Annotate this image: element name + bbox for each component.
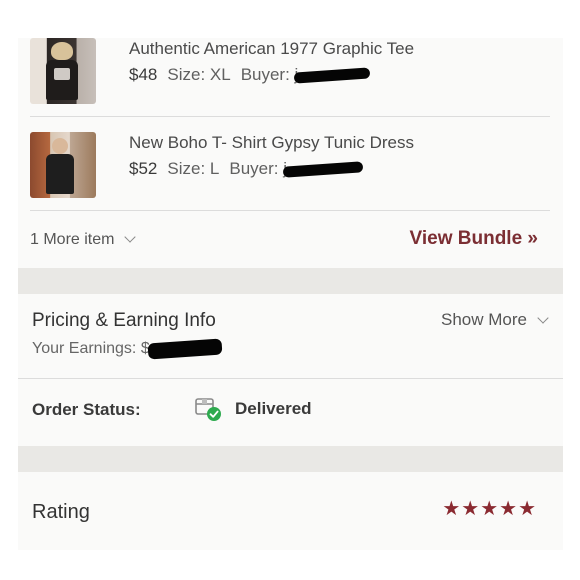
more-items-label: 1 More item: [30, 231, 115, 248]
order-status-label: Order Status:: [32, 400, 141, 419]
delivered-box-check-icon: [194, 396, 222, 422]
earnings-row: Your Earnings: $: [32, 338, 223, 360]
item-thumbnail[interactable]: [30, 38, 96, 104]
earnings-label: Your Earnings: $: [32, 340, 150, 357]
show-more-toggle[interactable]: Show More: [441, 310, 549, 330]
redaction-mark: [294, 67, 371, 84]
section-separator: [18, 446, 563, 472]
show-more-label: Show More: [441, 310, 527, 329]
item-price: $52: [129, 159, 158, 178]
redaction-mark: [282, 161, 364, 178]
item-title[interactable]: New Boho T- Shirt Gypsy Tunic Dress: [129, 133, 414, 153]
divider: [30, 116, 550, 117]
section-separator: [18, 268, 563, 294]
pricing-section-title: Pricing & Earning Info: [32, 310, 216, 331]
chevron-down-icon: [124, 231, 137, 243]
chevron-down-icon: [537, 312, 549, 324]
redaction-mark: [147, 338, 223, 360]
rating-label: Rating: [32, 501, 90, 523]
divider: [18, 378, 563, 379]
item-buyer: Buyer: j: [229, 159, 287, 178]
item-meta: $48 Size: XL Buyer: j: [129, 65, 371, 85]
order-status-value: Delivered: [235, 399, 312, 418]
rating-stars: ★★★★★: [442, 498, 537, 520]
item-price: $48: [129, 65, 158, 84]
more-items-toggle[interactable]: 1 More item: [30, 231, 137, 249]
item-meta: $52 Size: L Buyer: j: [129, 159, 364, 179]
item-size: Size: L: [167, 159, 220, 178]
item-buyer: Buyer: j: [240, 65, 299, 84]
bundle-row: 1 More item View Bundle »: [30, 228, 550, 254]
order-item[interactable]: New Boho T- Shirt Gypsy Tunic Dress $52 S…: [18, 132, 563, 210]
divider: [30, 210, 550, 211]
item-size: Size: XL: [167, 65, 231, 84]
order-details-card: Authentic American 1977 Graphic Tee $48 S…: [18, 38, 563, 550]
order-item[interactable]: Authentic American 1977 Graphic Tee $48 S…: [18, 38, 563, 116]
view-bundle-link[interactable]: View Bundle »: [410, 228, 538, 250]
item-title[interactable]: Authentic American 1977 Graphic Tee: [129, 39, 414, 59]
item-thumbnail[interactable]: [30, 132, 96, 198]
